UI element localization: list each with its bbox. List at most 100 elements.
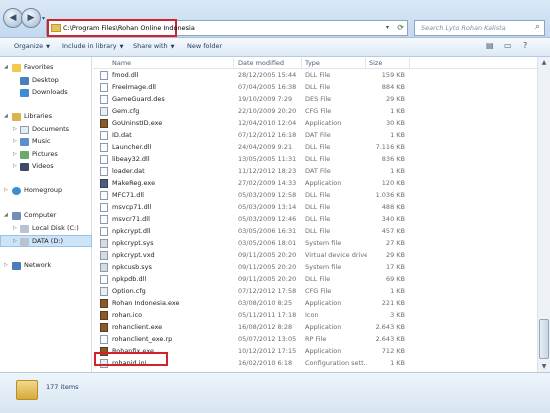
column-name[interactable]: Name: [112, 59, 131, 67]
file-row[interactable]: GoUninstID.exe 12/04/2010 12:04 Applicatio…: [93, 117, 537, 129]
scroll-up-icon[interactable]: ▲: [538, 57, 550, 68]
file-row[interactable]: rohanclient_exe.rp 05/07/2012 13:05 RP Fil…: [93, 333, 537, 345]
refresh-icon[interactable]: ⟳: [397, 23, 404, 32]
file-row[interactable]: npkcrypt.dll 03/05/2006 16:31 DLL File 457 …: [93, 225, 537, 237]
videos-icon: [20, 163, 29, 171]
nav-network[interactable]: ▷ Network: [0, 260, 92, 272]
file-type: Icon: [305, 311, 319, 319]
file-row[interactable]: rohanclient.exe 16/08/2012 8:28 Applicatio…: [93, 321, 537, 333]
file-icon: [100, 107, 108, 116]
expand-icon[interactable]: ▷: [13, 163, 17, 169]
column-type[interactable]: Type: [305, 59, 320, 67]
file-row[interactable]: npkcrypt.sys 03/05/2006 18:01 System file 2…: [93, 237, 537, 249]
expand-icon[interactable]: ◢: [4, 64, 8, 70]
file-row[interactable]: loader.dat 11/12/2012 18:23 DAT File 1 KB: [93, 165, 537, 177]
nav-documents[interactable]: ▷ Documents: [0, 124, 92, 136]
column-separator[interactable]: [233, 58, 234, 68]
file-type: Virtual device driver: [305, 251, 367, 259]
file-row[interactable]: Gem.cfg 22/10/2009 20:20 CFG File 1 KB: [93, 105, 537, 117]
file-type: DLL File: [305, 227, 331, 235]
file-size: 457 KB: [381, 227, 405, 235]
view-options-icon[interactable]: ▤: [486, 41, 494, 50]
nav-libraries[interactable]: ◢ Libraries: [0, 111, 92, 123]
file-row[interactable]: libeay32.dll 13/05/2005 11:31 DLL File 836 …: [93, 153, 537, 165]
column-separator[interactable]: [409, 58, 410, 68]
new-folder-button[interactable]: New folder: [187, 42, 222, 50]
file-row[interactable]: rohan.ico 05/11/2011 17:18 Icon 3 KB: [93, 309, 537, 321]
file-name: Option.cfg: [112, 287, 146, 295]
file-row[interactable]: npkpdb.dll 09/11/2005 20:20 DLL File 69 KB: [93, 273, 537, 285]
nav-downloads[interactable]: Downloads: [0, 87, 92, 99]
search-icon[interactable]: ⌕: [535, 22, 540, 32]
desktop-icon: [20, 77, 29, 85]
expand-icon[interactable]: ▷: [13, 225, 17, 231]
include-in-library-button[interactable]: Include in library ▼: [62, 42, 124, 50]
file-size: 69 KB: [385, 275, 405, 283]
nav-music[interactable]: ▷ Music: [0, 136, 92, 148]
file-row[interactable]: Launcher.dll 24/04/2009 9:21 DLL File 7.116…: [93, 141, 537, 153]
share-with-button[interactable]: Share with ▼: [133, 42, 174, 50]
expand-icon[interactable]: ▷: [13, 126, 17, 132]
nav-favorites[interactable]: ◢ Favorites: [0, 62, 92, 74]
file-row[interactable]: msvcp71.dll 05/03/2009 13:14 DLL File 488 K…: [93, 201, 537, 213]
file-row[interactable]: FreeImage.dll 07/04/2005 16:38 DLL File 884…: [93, 81, 537, 93]
downloads-icon: [20, 89, 29, 97]
file-row[interactable]: npkcusb.sys 09/11/2005 20:20 System file 17…: [93, 261, 537, 273]
expand-icon[interactable]: ◢: [4, 212, 8, 218]
column-separator[interactable]: [301, 58, 302, 68]
file-row[interactable]: ID.dat 07/12/2012 16:18 DAT File 1 KB: [93, 129, 537, 141]
file-icon: [100, 119, 108, 128]
search-input[interactable]: Search Lyto Rohan Kalista ⌕: [414, 20, 545, 36]
column-date[interactable]: Date modified: [238, 59, 284, 67]
nav-homegroup[interactable]: ▷ Homegroup: [0, 185, 92, 197]
nav-data-drive[interactable]: ▷ DATA (D:): [0, 235, 92, 247]
organize-label: Organize: [14, 42, 44, 50]
expand-icon[interactable]: ▷: [13, 138, 17, 144]
address-dropdown-icon[interactable]: ▾: [386, 24, 389, 31]
file-type: Application: [305, 179, 342, 187]
file-row[interactable]: Rohan Indonesia.exe 03/08/2010 8:25 Applic…: [93, 297, 537, 309]
file-icon: [100, 263, 108, 272]
vertical-scrollbar[interactable]: ▲ ▼: [537, 57, 550, 372]
preview-pane-icon[interactable]: ▭: [504, 41, 512, 50]
file-size: 884 KB: [381, 83, 405, 91]
column-separator[interactable]: [365, 58, 366, 68]
expand-icon[interactable]: ▷: [4, 262, 8, 268]
share-label: Share with: [133, 42, 168, 50]
file-icon: [100, 335, 108, 344]
recent-pages-chevron-icon[interactable]: ▾: [42, 15, 45, 22]
expand-icon[interactable]: ◢: [4, 113, 8, 119]
file-icon: [100, 275, 108, 284]
file-row[interactable]: Option.cfg 07/12/2012 17:58 CFG File 1 KB: [93, 285, 537, 297]
organize-button[interactable]: Organize ▼: [14, 42, 50, 50]
nav-local-disk[interactable]: ▷ Local Disk (C:): [0, 223, 92, 235]
expand-icon[interactable]: ▷: [4, 187, 8, 193]
file-size: 1.036 KB: [375, 191, 405, 199]
expand-icon[interactable]: ▷: [13, 238, 17, 244]
file-size: 488 KB: [381, 203, 405, 211]
file-type: RP File: [305, 335, 327, 343]
file-icon: [100, 83, 108, 92]
nav-computer[interactable]: ◢ Computer: [0, 210, 92, 222]
file-row[interactable]: npkcrypt.vxd 09/11/2005 20:20 Virtual devi…: [93, 249, 537, 261]
nav-videos[interactable]: ▷ Videos: [0, 161, 92, 173]
nav-desktop[interactable]: Desktop: [0, 75, 92, 87]
file-row[interactable]: MFC71.dll 05/03/2009 12:58 DLL File 1.036 K…: [93, 189, 537, 201]
file-row[interactable]: fmod.dll 28/12/2005 15:44 DLL File 159 KB: [93, 69, 537, 81]
column-size[interactable]: Size: [369, 59, 382, 67]
nav-pictures[interactable]: ▷ Pictures: [0, 149, 92, 161]
scroll-down-icon[interactable]: ▼: [538, 361, 550, 372]
file-row[interactable]: MakeReg.exe 27/02/2009 14:33 Application 12…: [93, 177, 537, 189]
help-icon[interactable]: ?: [523, 41, 527, 50]
expand-icon[interactable]: ▷: [13, 151, 17, 157]
file-row[interactable]: msvcr71.dll 05/03/2009 12:46 DLL File 340 K…: [93, 213, 537, 225]
address-field[interactable]: C:\Program Files\Rohan Online Indonesia …: [46, 19, 408, 37]
file-row[interactable]: GameGuard.des 19/10/2009 7:29 DES File 29 K…: [93, 93, 537, 105]
forward-button[interactable]: ▶: [21, 8, 41, 28]
file-date: 09/11/2005 20:20: [238, 275, 297, 283]
back-button[interactable]: ◀: [3, 8, 23, 28]
nav-libraries-label: Libraries: [24, 112, 53, 120]
scroll-thumb[interactable]: [539, 319, 549, 359]
file-type: CFG File: [305, 287, 332, 295]
arrow-right-icon: ▶: [27, 13, 35, 23]
